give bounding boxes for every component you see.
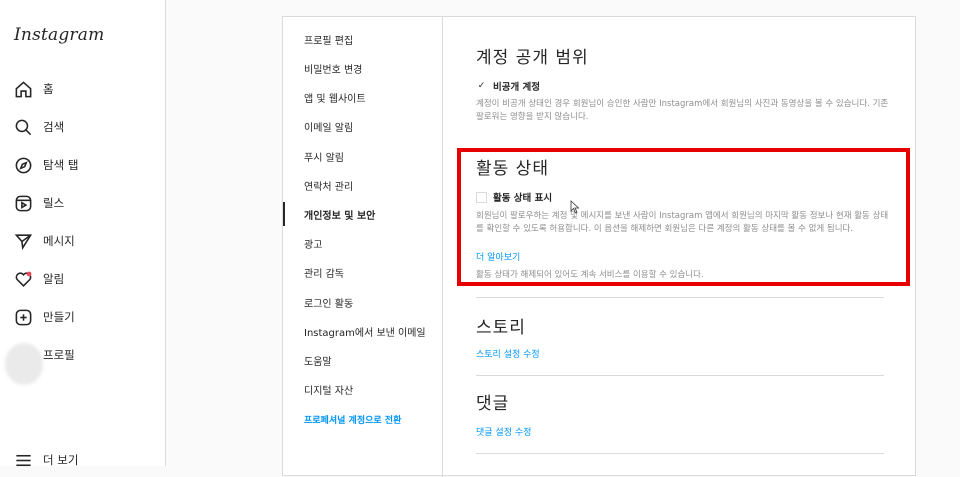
mouse-cursor-icon [570, 200, 580, 214]
private-account-label: 비공개 계정 [493, 82, 541, 93]
instagram-logo[interactable]: Instagram [14, 25, 104, 45]
nav-item-notifications[interactable]: 알림 [14, 267, 64, 291]
reels-icon [15, 195, 32, 211]
settings-menu: 프로필 편집 비밀번호 변경 앱 및 웹사이트 이메일 알림 푸시 알림 연락처… [283, 17, 443, 477]
settings-menu-item[interactable]: 연락처 관리 [304, 178, 353, 193]
settings-menu-item[interactable]: 푸시 알림 [304, 149, 344, 164]
nav-label-create: 만들기 [43, 310, 75, 324]
private-account-checkbox[interactable]: ✓ [476, 81, 487, 92]
settings-menu-item[interactable]: 디지털 자산 [304, 382, 353, 397]
settings-menu-item[interactable]: 로그인 활동 [304, 295, 353, 310]
nav-label-profile: 프로필 [43, 348, 75, 362]
nav-label-messages: 메시지 [43, 234, 75, 248]
comments-title: 댓글 [476, 394, 510, 414]
settings-menu-item[interactable]: 도움말 [304, 353, 332, 368]
highlight-box [457, 148, 910, 286]
settings-menu-item[interactable]: 광고 [304, 236, 322, 251]
nav-item-explore[interactable]: 탐색 탭 [14, 153, 78, 177]
active-indicator [283, 202, 285, 226]
plus-square-icon [15, 309, 32, 325]
send-icon [14, 233, 33, 250]
divider [476, 375, 884, 376]
left-nav: Instagram 홈 검색 탐색 탭 릴스 메시지 알림 만들기 프로필 더 … [0, 0, 166, 467]
professional-account-link[interactable]: 프로페셔널 계정으로 전환 [304, 413, 401, 426]
nav-label-home: 홈 [43, 82, 54, 96]
search-icon [15, 119, 32, 135]
divider [476, 297, 884, 298]
nav-item-messages[interactable]: 메시지 [14, 229, 75, 253]
settings-menu-item-active[interactable]: 개인정보 및 보안 [304, 207, 375, 222]
settings-menu-item[interactable]: 관리 감독 [304, 265, 344, 280]
privacy-title: 계정 공개 범위 [476, 48, 589, 68]
settings-menu-item[interactable]: 비밀번호 변경 [304, 61, 362, 76]
story-title: 스토리 [476, 318, 526, 338]
nav-item-more[interactable]: 더 보기 [14, 448, 78, 472]
divider [476, 453, 884, 454]
nav-label-search: 검색 [43, 120, 65, 134]
settings-menu-item[interactable]: Instagram에서 보낸 이메일 [304, 324, 426, 339]
nav-label-notifications: 알림 [43, 272, 65, 286]
home-icon [15, 80, 32, 97]
settings-menu-item[interactable]: 이메일 알림 [304, 119, 353, 134]
heart-icon [15, 271, 32, 287]
nav-item-create[interactable]: 만들기 [14, 305, 75, 329]
comment-settings-link[interactable]: 댓글 설정 수정 [476, 425, 531, 438]
story-settings-link[interactable]: 스토리 설정 수정 [476, 347, 540, 360]
settings-menu-item[interactable]: 앱 및 웹사이트 [304, 90, 366, 105]
private-account-row[interactable]: ✓ 비공개 계정 [476, 79, 540, 93]
avatar[interactable] [5, 343, 43, 385]
menu-icon [16, 454, 31, 466]
privacy-description: 계정이 비공개 상태인 경우 회원님이 승인한 사람만 Instagram에서 … [476, 99, 889, 122]
nav-item-home[interactable]: 홈 [14, 77, 54, 101]
nav-item-reels[interactable]: 릴스 [14, 191, 64, 215]
settings-menu-item[interactable]: 프로필 편집 [304, 32, 353, 47]
nav-label-explore: 탐색 탭 [43, 158, 79, 172]
nav-item-search[interactable]: 검색 [14, 115, 64, 139]
nav-label-reels: 릴스 [43, 196, 65, 210]
compass-icon [15, 157, 32, 173]
